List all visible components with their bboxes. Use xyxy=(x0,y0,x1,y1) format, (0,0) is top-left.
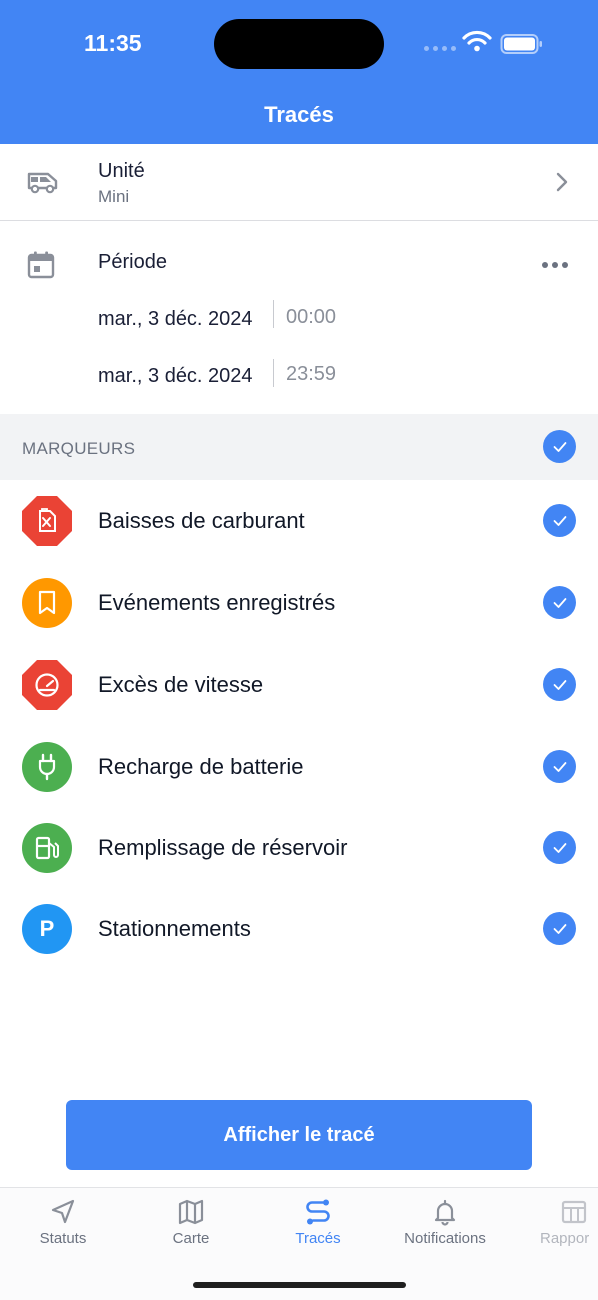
dynamic-island xyxy=(214,19,384,69)
marker-row-tank-refill[interactable]: Remplissage de réservoir xyxy=(0,807,598,889)
marker-label: Stationnements xyxy=(98,916,251,941)
select-all-checkbox[interactable] xyxy=(543,430,576,463)
marker-checkbox[interactable] xyxy=(543,586,576,619)
period-label: Période xyxy=(98,251,167,273)
marker-label: Baisses de carburant xyxy=(98,508,305,533)
fuel-pump-icon xyxy=(22,823,72,873)
marker-row-speeding[interactable]: Excès de vitesse xyxy=(0,644,598,726)
route-icon xyxy=(306,1199,330,1225)
end-date[interactable]: mar., 3 déc. 2024 xyxy=(98,365,253,388)
tab-reports[interactable]: Rappor xyxy=(512,1188,598,1258)
checkmark-icon xyxy=(553,761,566,772)
unit-selector-row[interactable]: Unité Mini xyxy=(0,144,598,221)
home-indicator xyxy=(193,1282,406,1288)
marker-label: Remplissage de réservoir xyxy=(98,835,348,860)
tab-statuses[interactable]: Statuts xyxy=(3,1188,123,1258)
table-icon xyxy=(561,1200,587,1224)
marker-row-recorded-events[interactable]: Evénements enregistrés xyxy=(0,562,598,644)
tab-label: Rappor xyxy=(540,1230,590,1247)
markers-section-label: MARQUEURS xyxy=(22,439,136,458)
page-title: Tracés xyxy=(264,102,334,127)
tab-label: Tracés xyxy=(295,1230,341,1247)
marker-checkbox[interactable] xyxy=(543,750,576,783)
date-time-divider xyxy=(273,359,274,387)
date-time-divider xyxy=(273,300,274,328)
marker-row-parking[interactable]: P Stationnements xyxy=(0,888,598,970)
status-time: 11:35 xyxy=(84,30,142,56)
wifi-icon xyxy=(462,30,492,52)
marker-checkbox[interactable] xyxy=(543,912,576,945)
calendar-icon xyxy=(27,251,55,279)
marker-checkbox[interactable] xyxy=(543,668,576,701)
cellular-signal-icon xyxy=(424,46,456,51)
checkmark-icon xyxy=(553,597,566,608)
show-track-button[interactable]: Afficher le tracé xyxy=(66,1100,532,1170)
unit-label: Unité xyxy=(98,160,145,182)
period-section: Période mar., 3 déc. 2024 00:00 mar., 3 … xyxy=(0,222,598,414)
checkmark-icon xyxy=(553,679,566,690)
checkmark-icon xyxy=(553,441,566,452)
unit-value: Mini xyxy=(98,187,130,206)
start-date[interactable]: mar., 3 déc. 2024 xyxy=(98,308,253,331)
map-icon xyxy=(178,1199,204,1225)
tab-label: Notifications xyxy=(404,1230,486,1247)
end-time[interactable]: 23:59 xyxy=(286,363,336,386)
checkmark-icon xyxy=(553,923,566,934)
navigation-arrow-icon xyxy=(51,1199,75,1224)
marker-row-fuel-drops[interactable]: Baisses de carburant xyxy=(0,480,598,562)
checkmark-icon xyxy=(553,515,566,526)
marker-label: Recharge de batterie xyxy=(98,754,304,779)
tab-map[interactable]: Carte xyxy=(131,1188,251,1258)
bookmark-icon xyxy=(22,578,72,628)
marker-checkbox[interactable] xyxy=(543,831,576,864)
tab-label: Statuts xyxy=(39,1230,87,1247)
checkmark-icon xyxy=(553,842,566,853)
tab-label: Carte xyxy=(172,1230,210,1247)
parking-icon: P xyxy=(22,904,72,954)
marker-label: Evénements enregistrés xyxy=(98,590,336,615)
top-bar: 11:35 Tracés xyxy=(0,0,598,144)
marker-checkbox[interactable] xyxy=(543,504,576,537)
marker-label: Excès de vitesse xyxy=(98,672,264,697)
tab-tracks[interactable]: Tracés xyxy=(258,1188,378,1258)
speedometer-icon xyxy=(22,660,72,710)
battery-icon xyxy=(500,34,542,54)
marker-row-battery-charge[interactable]: Recharge de batterie xyxy=(0,726,598,808)
more-options-icon[interactable] xyxy=(542,262,568,268)
van-icon xyxy=(27,172,58,194)
tab-notifications[interactable]: Notifications xyxy=(385,1188,505,1258)
fuel-can-icon xyxy=(22,496,72,546)
bell-icon xyxy=(434,1199,456,1226)
chevron-right-icon xyxy=(556,172,568,192)
plug-icon xyxy=(22,742,72,792)
markers-header: MARQUEURS xyxy=(0,414,598,480)
start-time[interactable]: 00:00 xyxy=(286,306,336,329)
